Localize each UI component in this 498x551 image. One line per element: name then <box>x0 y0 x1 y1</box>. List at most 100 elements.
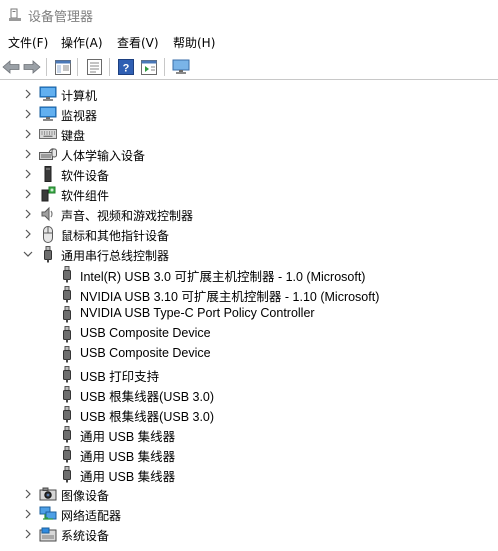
tree-node-label: 网络适配器 <box>61 509 122 523</box>
monitor-icon <box>39 106 57 122</box>
tree-node-label: 声音、视频和游戏控制器 <box>61 209 194 223</box>
toolbar: ? <box>0 54 498 80</box>
usb-device-label: USB Composite Device <box>80 346 211 360</box>
chevron-right-icon[interactable] <box>22 168 34 180</box>
device-tree: 计算机 监视器 键盘 人体学输入设备 软件设备 软件组件 声音、视频和游戏控制器 <box>0 84 498 551</box>
chevron-down-icon[interactable] <box>22 248 34 260</box>
help-icon[interactable]: ? <box>116 57 136 77</box>
menu-view[interactable]: 查看(V) <box>115 34 161 51</box>
usb-plug-icon <box>58 465 76 482</box>
tree-node-label: 软件组件 <box>61 189 110 203</box>
device-manager-app-icon <box>8 8 22 22</box>
chevron-right-icon[interactable] <box>22 188 34 200</box>
menu-file[interactable]: 文件(F) <box>6 34 50 51</box>
usb-device-label: 通用 USB 集线器 <box>80 430 176 444</box>
system-device-icon <box>39 526 57 542</box>
chevron-right-icon[interactable] <box>22 88 34 100</box>
usb-plug-icon <box>58 445 76 462</box>
usb-device-item[interactable]: 通用 USB 集线器 <box>0 424 498 444</box>
network-adapter-icon <box>39 506 57 522</box>
tree-node-label: 鼠标和其他指针设备 <box>61 229 170 243</box>
tree-node-hid[interactable]: 人体学输入设备 <box>0 144 498 164</box>
usb-device-label: 通用 USB 集线器 <box>80 470 176 484</box>
mouse-icon <box>39 225 57 243</box>
toolbar-separator <box>109 58 110 76</box>
usb-device-label: NVIDIA USB 3.10 可扩展主机控制器 - 1.10 (Microso… <box>80 290 380 304</box>
usb-device-item[interactable]: 通用 USB 集线器 <box>0 444 498 464</box>
tree-node-mice[interactable]: 鼠标和其他指针设备 <box>0 224 498 244</box>
usb-plug-icon <box>58 325 76 342</box>
usb-device-item[interactable]: USB 根集线器(USB 3.0) <box>0 404 498 424</box>
usb-plug-icon <box>39 245 57 262</box>
tree-node-monitors[interactable]: 监视器 <box>0 104 498 124</box>
tree-node-label: 通用串行总线控制器 <box>61 249 170 263</box>
chevron-right-icon[interactable] <box>22 148 34 160</box>
usb-device-label: USB Composite Device <box>80 326 211 340</box>
toolbar-separator <box>77 58 78 76</box>
chevron-right-icon[interactable] <box>22 488 34 500</box>
keyboard-icon <box>39 126 57 142</box>
toolbar-separator <box>46 58 47 76</box>
tree-node-system-devices[interactable]: 系统设备 <box>0 524 498 544</box>
tree-node-software-components[interactable]: 软件组件 <box>0 184 498 204</box>
tree-node-computer[interactable]: 计算机 <box>0 84 498 104</box>
tree-node-software-devices[interactable]: 软件设备 <box>0 164 498 184</box>
usb-plug-icon <box>58 285 76 302</box>
tree-node-sound-video-game[interactable]: 声音、视频和游戏控制器 <box>0 204 498 224</box>
usb-device-item[interactable]: NVIDIA USB 3.10 可扩展主机控制器 - 1.10 (Microso… <box>0 284 498 304</box>
usb-device-item[interactable]: USB Composite Device <box>0 324 498 344</box>
tree-node-imaging-devices[interactable]: 图像设备 <box>0 484 498 504</box>
usb-device-item[interactable]: Intel(R) USB 3.0 可扩展主机控制器 - 1.0 (Microso… <box>0 264 498 284</box>
tree-node-label: 软件设备 <box>61 169 110 183</box>
chevron-right-icon[interactable] <box>22 208 34 220</box>
tree-node-label: 计算机 <box>61 89 98 103</box>
usb-device-item[interactable]: 通用 USB 集线器 <box>0 464 498 484</box>
software-device-icon <box>39 166 57 182</box>
chevron-right-icon[interactable] <box>22 108 34 120</box>
tree-node-label: 人体学输入设备 <box>61 149 146 163</box>
usb-plug-icon <box>58 305 76 322</box>
tree-node-keyboards[interactable]: 键盘 <box>0 124 498 144</box>
usb-device-label: NVIDIA USB Type-C Port Policy Controller <box>80 306 315 320</box>
menu-action[interactable]: 操作(A) <box>59 34 105 51</box>
usb-device-item[interactable]: USB 根集线器(USB 3.0) <box>0 384 498 404</box>
tree-node-label: 监视器 <box>61 109 98 123</box>
monitor-scan-icon[interactable] <box>171 57 191 77</box>
usb-device-item[interactable]: USB 打印支持 <box>0 364 498 384</box>
window-title: 设备管理器 <box>28 10 94 25</box>
menu-help[interactable]: 帮助(H) <box>171 34 217 51</box>
tree-node-label: 图像设备 <box>61 489 110 503</box>
usb-device-item[interactable]: NVIDIA USB Type-C Port Policy Controller <box>0 304 498 324</box>
usb-plug-icon <box>58 405 76 422</box>
usb-device-label: 通用 USB 集线器 <box>80 450 176 464</box>
hid-icon <box>39 146 57 162</box>
usb-plug-icon <box>58 365 76 382</box>
chevron-right-icon[interactable] <box>22 508 34 520</box>
toolbar-separator <box>164 58 165 76</box>
action-pane-icon[interactable] <box>139 57 159 77</box>
chevron-right-icon[interactable] <box>22 528 34 540</box>
usb-plug-icon <box>58 345 76 362</box>
tree-node-usb-controllers[interactable]: 通用串行总线控制器 <box>0 244 498 264</box>
back-arrow-icon[interactable] <box>1 57 21 77</box>
usb-device-label: Intel(R) USB 3.0 可扩展主机控制器 - 1.0 (Microso… <box>80 270 366 284</box>
usb-plug-icon <box>58 265 76 282</box>
chevron-right-icon[interactable] <box>22 228 34 240</box>
chevron-right-icon[interactable] <box>22 128 34 140</box>
software-component-icon <box>39 186 57 202</box>
usb-device-label: USB 根集线器(USB 3.0) <box>80 390 215 404</box>
properties-icon[interactable] <box>84 57 104 77</box>
speaker-icon <box>39 206 57 222</box>
svg-text:?: ? <box>123 63 130 75</box>
usb-device-label: USB 打印支持 <box>80 370 160 384</box>
title-bar: 设备管理器 <box>0 0 498 30</box>
usb-device-label: USB 根集线器(USB 3.0) <box>80 410 215 424</box>
tree-node-label: 系统设备 <box>61 529 110 543</box>
usb-device-item[interactable]: USB Composite Device <box>0 344 498 364</box>
tree-node-label: 键盘 <box>61 129 86 143</box>
usb-plug-icon <box>58 425 76 442</box>
tree-node-network-adapters[interactable]: 网络适配器 <box>0 504 498 524</box>
show-hide-console-tree-icon[interactable] <box>53 57 73 77</box>
forward-arrow-icon[interactable] <box>22 57 42 77</box>
camera-icon <box>39 486 57 502</box>
